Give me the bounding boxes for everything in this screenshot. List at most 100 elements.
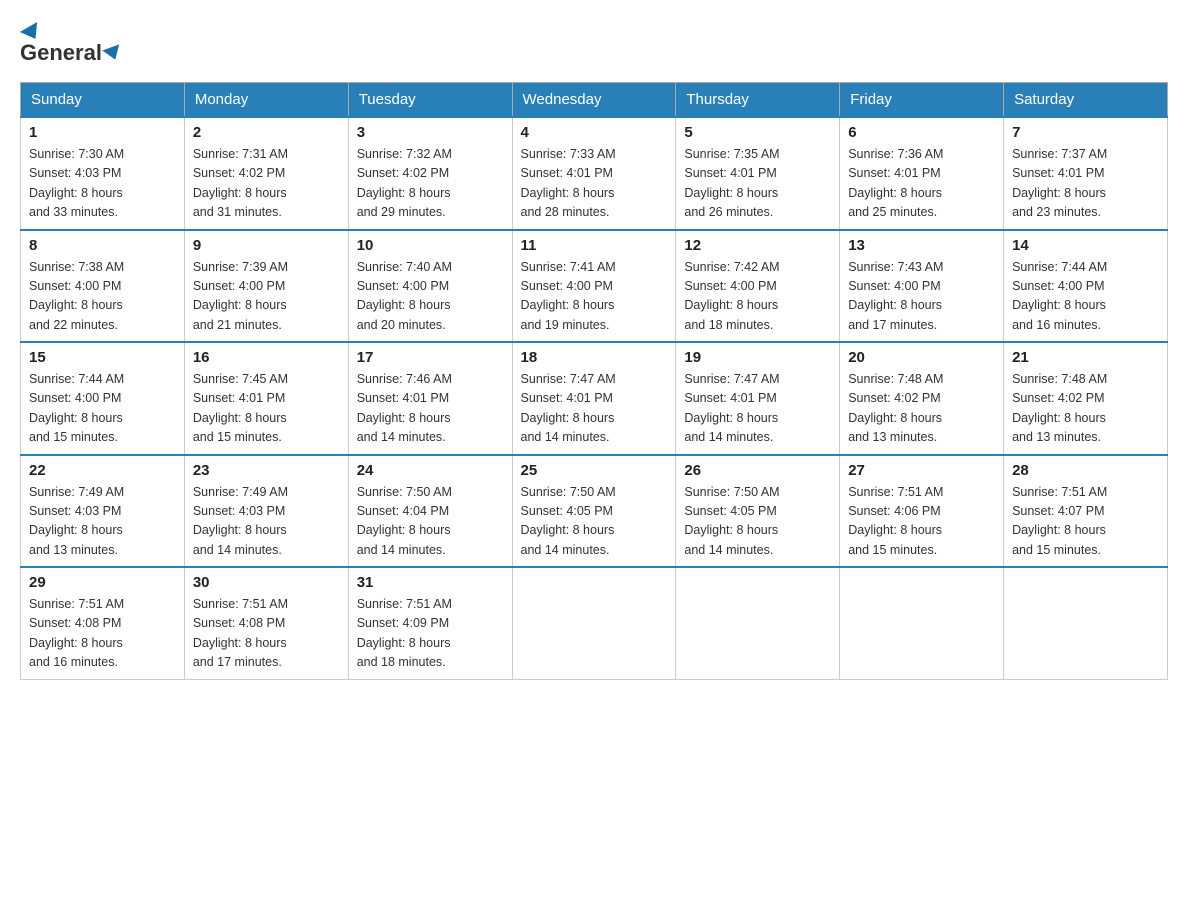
calendar-cell: 23 Sunrise: 7:49 AM Sunset: 4:03 PM Dayl… bbox=[184, 455, 348, 568]
weekday-header-tuesday: Tuesday bbox=[348, 83, 512, 118]
day-number: 21 bbox=[1012, 349, 1159, 366]
day-number: 5 bbox=[684, 124, 831, 141]
day-detail: Sunrise: 7:51 AM Sunset: 4:08 PM Dayligh… bbox=[29, 595, 176, 673]
day-detail: Sunrise: 7:44 AM Sunset: 4:00 PM Dayligh… bbox=[29, 370, 176, 448]
day-detail: Sunrise: 7:37 AM Sunset: 4:01 PM Dayligh… bbox=[1012, 145, 1159, 223]
day-detail: Sunrise: 7:33 AM Sunset: 4:01 PM Dayligh… bbox=[521, 145, 668, 223]
calendar-cell: 2 Sunrise: 7:31 AM Sunset: 4:02 PM Dayli… bbox=[184, 117, 348, 230]
day-number: 18 bbox=[521, 349, 668, 366]
day-number: 7 bbox=[1012, 124, 1159, 141]
calendar-table: SundayMondayTuesdayWednesdayThursdayFrid… bbox=[20, 82, 1168, 680]
day-number: 2 bbox=[193, 124, 340, 141]
day-detail: Sunrise: 7:31 AM Sunset: 4:02 PM Dayligh… bbox=[193, 145, 340, 223]
day-detail: Sunrise: 7:51 AM Sunset: 4:09 PM Dayligh… bbox=[357, 595, 504, 673]
calendar-cell: 16 Sunrise: 7:45 AM Sunset: 4:01 PM Dayl… bbox=[184, 342, 348, 455]
weekday-header-sunday: Sunday bbox=[21, 83, 185, 118]
day-detail: Sunrise: 7:51 AM Sunset: 4:07 PM Dayligh… bbox=[1012, 483, 1159, 561]
day-detail: Sunrise: 7:51 AM Sunset: 4:06 PM Dayligh… bbox=[848, 483, 995, 561]
day-number: 4 bbox=[521, 124, 668, 141]
week-row-3: 15 Sunrise: 7:44 AM Sunset: 4:00 PM Dayl… bbox=[21, 342, 1168, 455]
day-detail: Sunrise: 7:44 AM Sunset: 4:00 PM Dayligh… bbox=[1012, 258, 1159, 336]
week-row-5: 29 Sunrise: 7:51 AM Sunset: 4:08 PM Dayl… bbox=[21, 567, 1168, 679]
day-number: 31 bbox=[357, 574, 504, 591]
calendar-cell: 22 Sunrise: 7:49 AM Sunset: 4:03 PM Dayl… bbox=[21, 455, 185, 568]
calendar-cell: 3 Sunrise: 7:32 AM Sunset: 4:02 PM Dayli… bbox=[348, 117, 512, 230]
logo-general-text2: General bbox=[20, 40, 102, 66]
calendar-cell: 30 Sunrise: 7:51 AM Sunset: 4:08 PM Dayl… bbox=[184, 567, 348, 679]
calendar-cell bbox=[676, 567, 840, 679]
calendar-cell: 1 Sunrise: 7:30 AM Sunset: 4:03 PM Dayli… bbox=[21, 117, 185, 230]
day-detail: Sunrise: 7:50 AM Sunset: 4:05 PM Dayligh… bbox=[684, 483, 831, 561]
calendar-cell: 26 Sunrise: 7:50 AM Sunset: 4:05 PM Dayl… bbox=[676, 455, 840, 568]
calendar-cell: 27 Sunrise: 7:51 AM Sunset: 4:06 PM Dayl… bbox=[840, 455, 1004, 568]
day-detail: Sunrise: 7:50 AM Sunset: 4:04 PM Dayligh… bbox=[357, 483, 504, 561]
day-number: 8 bbox=[29, 237, 176, 254]
day-detail: Sunrise: 7:49 AM Sunset: 4:03 PM Dayligh… bbox=[193, 483, 340, 561]
calendar-cell: 14 Sunrise: 7:44 AM Sunset: 4:00 PM Dayl… bbox=[1004, 230, 1168, 343]
day-number: 22 bbox=[29, 462, 176, 479]
calendar-cell: 7 Sunrise: 7:37 AM Sunset: 4:01 PM Dayli… bbox=[1004, 117, 1168, 230]
day-detail: Sunrise: 7:43 AM Sunset: 4:00 PM Dayligh… bbox=[848, 258, 995, 336]
day-detail: Sunrise: 7:32 AM Sunset: 4:02 PM Dayligh… bbox=[357, 145, 504, 223]
day-detail: Sunrise: 7:41 AM Sunset: 4:00 PM Dayligh… bbox=[521, 258, 668, 336]
calendar-cell: 21 Sunrise: 7:48 AM Sunset: 4:02 PM Dayl… bbox=[1004, 342, 1168, 455]
day-detail: Sunrise: 7:47 AM Sunset: 4:01 PM Dayligh… bbox=[521, 370, 668, 448]
week-row-1: 1 Sunrise: 7:30 AM Sunset: 4:03 PM Dayli… bbox=[21, 117, 1168, 230]
calendar-cell: 12 Sunrise: 7:42 AM Sunset: 4:00 PM Dayl… bbox=[676, 230, 840, 343]
calendar-cell bbox=[512, 567, 676, 679]
logo-arrow-icon bbox=[102, 44, 123, 62]
day-detail: Sunrise: 7:48 AM Sunset: 4:02 PM Dayligh… bbox=[1012, 370, 1159, 448]
day-detail: Sunrise: 7:51 AM Sunset: 4:08 PM Dayligh… bbox=[193, 595, 340, 673]
day-detail: Sunrise: 7:50 AM Sunset: 4:05 PM Dayligh… bbox=[521, 483, 668, 561]
day-number: 28 bbox=[1012, 462, 1159, 479]
weekday-header-monday: Monday bbox=[184, 83, 348, 118]
calendar-cell: 24 Sunrise: 7:50 AM Sunset: 4:04 PM Dayl… bbox=[348, 455, 512, 568]
calendar-cell: 4 Sunrise: 7:33 AM Sunset: 4:01 PM Dayli… bbox=[512, 117, 676, 230]
day-detail: Sunrise: 7:40 AM Sunset: 4:00 PM Dayligh… bbox=[357, 258, 504, 336]
calendar-cell: 9 Sunrise: 7:39 AM Sunset: 4:00 PM Dayli… bbox=[184, 230, 348, 343]
day-number: 10 bbox=[357, 237, 504, 254]
weekday-header-wednesday: Wednesday bbox=[512, 83, 676, 118]
day-number: 30 bbox=[193, 574, 340, 591]
day-detail: Sunrise: 7:39 AM Sunset: 4:00 PM Dayligh… bbox=[193, 258, 340, 336]
day-number: 20 bbox=[848, 349, 995, 366]
day-detail: Sunrise: 7:46 AM Sunset: 4:01 PM Dayligh… bbox=[357, 370, 504, 448]
day-number: 11 bbox=[521, 237, 668, 254]
page-header: General bbox=[20, 20, 1168, 66]
day-number: 14 bbox=[1012, 237, 1159, 254]
day-detail: Sunrise: 7:42 AM Sunset: 4:00 PM Dayligh… bbox=[684, 258, 831, 336]
calendar-cell: 6 Sunrise: 7:36 AM Sunset: 4:01 PM Dayli… bbox=[840, 117, 1004, 230]
day-number: 24 bbox=[357, 462, 504, 479]
calendar-cell: 11 Sunrise: 7:41 AM Sunset: 4:00 PM Dayl… bbox=[512, 230, 676, 343]
day-number: 19 bbox=[684, 349, 831, 366]
day-number: 26 bbox=[684, 462, 831, 479]
calendar-cell: 28 Sunrise: 7:51 AM Sunset: 4:07 PM Dayl… bbox=[1004, 455, 1168, 568]
day-number: 23 bbox=[193, 462, 340, 479]
day-number: 3 bbox=[357, 124, 504, 141]
calendar-cell: 8 Sunrise: 7:38 AM Sunset: 4:00 PM Dayli… bbox=[21, 230, 185, 343]
day-number: 25 bbox=[521, 462, 668, 479]
day-number: 13 bbox=[848, 237, 995, 254]
calendar-cell: 17 Sunrise: 7:46 AM Sunset: 4:01 PM Dayl… bbox=[348, 342, 512, 455]
day-detail: Sunrise: 7:35 AM Sunset: 4:01 PM Dayligh… bbox=[684, 145, 831, 223]
calendar-cell: 18 Sunrise: 7:47 AM Sunset: 4:01 PM Dayl… bbox=[512, 342, 676, 455]
day-number: 1 bbox=[29, 124, 176, 141]
day-detail: Sunrise: 7:48 AM Sunset: 4:02 PM Dayligh… bbox=[848, 370, 995, 448]
calendar-cell: 15 Sunrise: 7:44 AM Sunset: 4:00 PM Dayl… bbox=[21, 342, 185, 455]
day-detail: Sunrise: 7:47 AM Sunset: 4:01 PM Dayligh… bbox=[684, 370, 831, 448]
day-number: 29 bbox=[29, 574, 176, 591]
day-number: 6 bbox=[848, 124, 995, 141]
day-detail: Sunrise: 7:36 AM Sunset: 4:01 PM Dayligh… bbox=[848, 145, 995, 223]
week-row-2: 8 Sunrise: 7:38 AM Sunset: 4:00 PM Dayli… bbox=[21, 230, 1168, 343]
calendar-cell bbox=[840, 567, 1004, 679]
calendar-cell: 31 Sunrise: 7:51 AM Sunset: 4:09 PM Dayl… bbox=[348, 567, 512, 679]
day-detail: Sunrise: 7:30 AM Sunset: 4:03 PM Dayligh… bbox=[29, 145, 176, 223]
calendar-cell: 20 Sunrise: 7:48 AM Sunset: 4:02 PM Dayl… bbox=[840, 342, 1004, 455]
calendar-cell: 13 Sunrise: 7:43 AM Sunset: 4:00 PM Dayl… bbox=[840, 230, 1004, 343]
day-detail: Sunrise: 7:45 AM Sunset: 4:01 PM Dayligh… bbox=[193, 370, 340, 448]
week-row-4: 22 Sunrise: 7:49 AM Sunset: 4:03 PM Dayl… bbox=[21, 455, 1168, 568]
weekday-header-friday: Friday bbox=[840, 83, 1004, 118]
calendar-cell: 10 Sunrise: 7:40 AM Sunset: 4:00 PM Dayl… bbox=[348, 230, 512, 343]
weekday-header-saturday: Saturday bbox=[1004, 83, 1168, 118]
calendar-header-row: SundayMondayTuesdayWednesdayThursdayFrid… bbox=[21, 83, 1168, 118]
